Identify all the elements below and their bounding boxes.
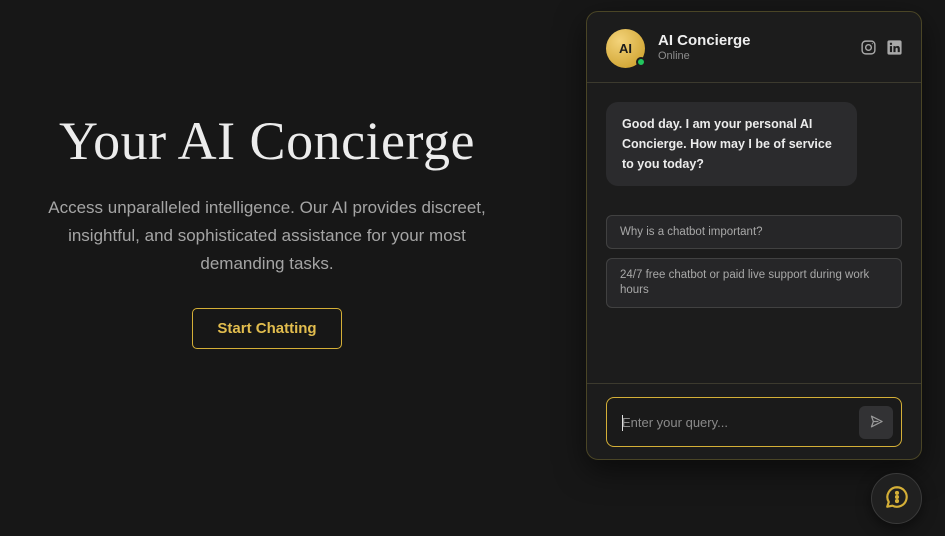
query-input[interactable] xyxy=(622,398,852,446)
hero-section: Your AI Concierge Access unparalleled in… xyxy=(0,0,534,536)
chat-header: AI AI Concierge Online xyxy=(587,12,921,83)
chat-bubble-icon xyxy=(884,484,910,513)
avatar: AI xyxy=(606,29,646,68)
hero-title: Your AI Concierge xyxy=(58,111,475,171)
suggestion-chip[interactable]: Why is a chatbot important? xyxy=(606,215,902,249)
text-caret xyxy=(622,415,623,431)
bot-status: Online xyxy=(658,50,690,62)
hero-subtitle: Access unparalleled intelligence. Our AI… xyxy=(48,198,486,273)
chat-footer xyxy=(587,383,921,459)
avatar-initials: AI xyxy=(619,41,632,56)
instagram-icon[interactable] xyxy=(859,38,877,56)
linkedin-icon[interactable] xyxy=(885,38,903,56)
send-icon xyxy=(869,414,884,432)
suggestion-chip[interactable]: 24/7 free chatbot or paid live support d… xyxy=(606,258,902,308)
online-status-dot xyxy=(636,57,646,67)
bot-message-bubble: Good day. I am your personal AI Concierg… xyxy=(606,102,857,186)
bot-name: AI Concierge xyxy=(658,32,751,49)
start-chatting-button[interactable]: Start Chatting xyxy=(192,308,342,349)
chat-launcher-button[interactable] xyxy=(871,473,922,524)
send-button[interactable] xyxy=(859,406,893,439)
suggestion-text: 24/7 free chatbot or paid live support d… xyxy=(620,269,870,296)
query-input-container xyxy=(606,397,902,447)
chat-window: AI AI Concierge Online Good day. I am yo… xyxy=(586,11,922,460)
suggestion-text: Why is a chatbot important? xyxy=(620,225,763,238)
